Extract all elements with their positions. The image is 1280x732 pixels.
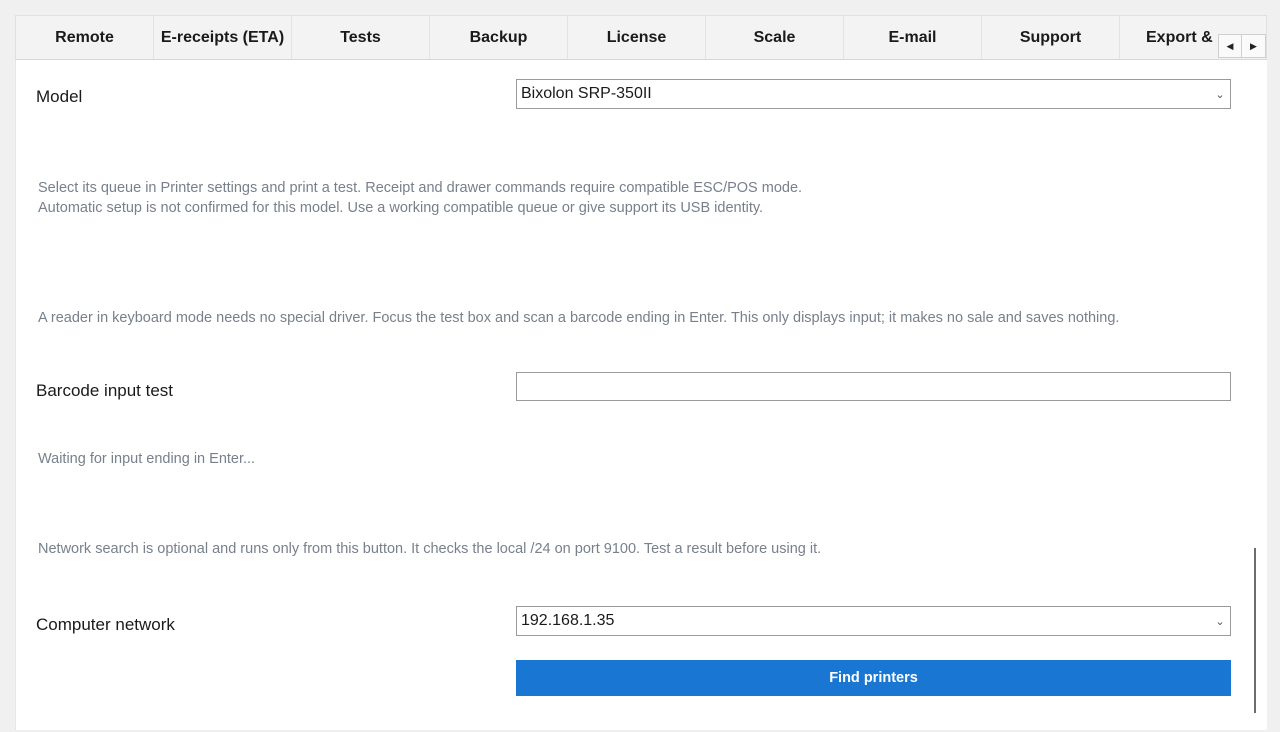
tab-scale[interactable]: Scale [706, 16, 844, 59]
chevron-down-icon: ⌄ [1215, 88, 1225, 101]
arrow-left-icon[interactable]: ◀ [1218, 34, 1242, 58]
chevron-down-icon: ⌄ [1215, 615, 1225, 628]
barcode-hint: A reader in keyboard mode needs no speci… [38, 310, 1120, 326]
arrow-right-icon[interactable]: ▶ [1242, 34, 1266, 58]
barcode-input[interactable] [516, 372, 1231, 401]
network-select[interactable]: 192.168.1.35 ⌄ [516, 606, 1231, 636]
printer-hint-line-1: Select its queue in Printer settings and… [38, 180, 803, 196]
tab-tests[interactable]: Tests [292, 16, 430, 59]
tab-support[interactable]: Support [982, 16, 1120, 59]
printer-hint-line-2: Automatic setup is not confirmed for thi… [38, 200, 764, 216]
network-hint: Network search is optional and runs only… [38, 541, 822, 557]
tab-bar: Remote E-receipts (ETA) Tests Backup Lic… [15, 15, 1267, 60]
model-select-value: Bixolon SRP-350II [521, 85, 652, 102]
barcode-label: Barcode input test [36, 381, 174, 400]
network-label: Computer network [36, 615, 175, 634]
tab-remote[interactable]: Remote [16, 16, 154, 59]
model-select[interactable]: Bixolon SRP-350II ⌄ [516, 79, 1231, 109]
barcode-status: Waiting for input ending in Enter... [38, 451, 256, 467]
find-printers-button[interactable]: Find printers [516, 660, 1231, 696]
network-select-value: 192.168.1.35 [521, 612, 615, 629]
tab-license[interactable]: License [568, 16, 706, 59]
tab-e-receipts[interactable]: E-receipts (ETA) [154, 16, 292, 59]
model-label: Model [36, 87, 83, 106]
vertical-scrollbar[interactable] [1247, 60, 1267, 730]
settings-panel: Model Bixolon SRP-350II ⌄ Select its que… [15, 60, 1247, 730]
tab-email[interactable]: E-mail [844, 16, 982, 59]
tab-backup[interactable]: Backup [430, 16, 568, 59]
scrollbar-thumb[interactable] [1254, 548, 1256, 713]
tab-scroll-buttons: ◀ ▶ [1218, 34, 1266, 58]
